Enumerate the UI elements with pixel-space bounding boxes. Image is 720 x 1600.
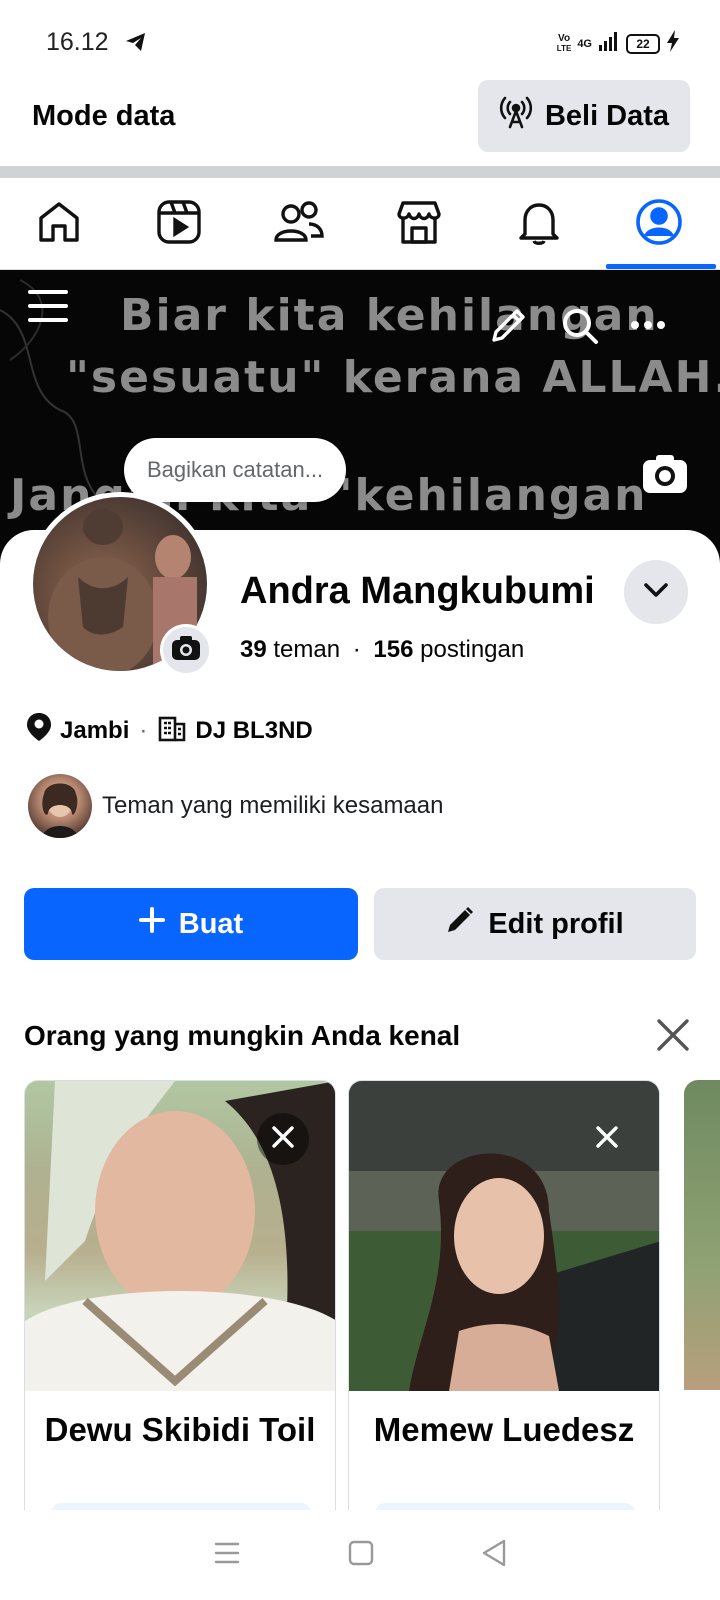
cover-text-line2: "sesuatu" kerana ALLAH... (66, 352, 720, 403)
menu-icon[interactable] (28, 286, 68, 331)
signal-icon (598, 31, 620, 56)
status-bar: 16.12 Vo LTE 4G 22 (0, 0, 720, 80)
workplace-text: DJ BL3ND (195, 716, 313, 744)
nav-friends[interactable] (244, 178, 354, 270)
buy-data-label: Beli Data (544, 99, 670, 132)
telegram-icon (124, 30, 148, 59)
profile-dropdown-button[interactable] (624, 560, 688, 624)
recent-apps-icon[interactable] (213, 1541, 241, 1570)
workplace-building-icon (157, 712, 187, 749)
posts-count[interactable]: 156 (373, 636, 413, 663)
volte-top: Vo (558, 32, 571, 44)
section-divider (0, 166, 720, 178)
location-pin-icon (26, 712, 52, 749)
mutual-avatar-shapes (42, 783, 78, 838)
plus-icon (138, 907, 165, 941)
create-button-label: Buat (178, 907, 244, 940)
status-indicators: Vo LTE 4G 22 (557, 30, 680, 57)
friends-label: teman (273, 636, 341, 663)
pymk-photo[interactable] (25, 1081, 335, 1391)
close-icon (595, 1125, 619, 1154)
nav-profile[interactable] (604, 178, 714, 270)
broadcast-icon (499, 95, 533, 137)
nav-marketplace[interactable] (364, 178, 474, 270)
chevron-down-icon (643, 582, 669, 603)
share-note-bubble[interactable]: Bagikan catatan... (124, 438, 346, 502)
profile-name: Andra Mangkubumi (240, 570, 595, 612)
location-text: Jambi (60, 716, 130, 744)
profile-icon (634, 197, 684, 252)
pymk-card-peek[interactable] (684, 1080, 720, 1390)
status-time: 16.12 (46, 28, 109, 56)
edit-profile-label: Edit profil (488, 907, 624, 940)
top-nav (0, 178, 720, 270)
marketplace-icon (395, 198, 443, 251)
nav-home[interactable] (4, 178, 114, 270)
home-icon (35, 198, 83, 251)
data-mode-title: Mode data (32, 100, 176, 132)
home-button-icon[interactable] (348, 1540, 374, 1571)
create-button[interactable]: Buat (24, 888, 358, 960)
video-icon (155, 198, 203, 251)
bell-icon (515, 198, 563, 251)
volte-bottom: LTE (556, 43, 572, 53)
network-type: 4G (577, 37, 592, 50)
nav-active-indicator (606, 264, 716, 269)
pymk-card[interactable]: Memew Luedesz (348, 1080, 660, 1530)
pencil-icon[interactable] (490, 306, 528, 349)
pymk-dismiss-icon[interactable] (656, 1018, 690, 1057)
avatar-camera-button[interactable] (160, 624, 212, 676)
pymk-person-name[interactable]: Dewu Skibidi Toil (25, 1411, 335, 1449)
profile-details: Jambi · DJ BL3ND (26, 712, 313, 749)
battery-icon: 22 (626, 33, 660, 54)
more-options-icon[interactable] (630, 318, 666, 336)
search-icon[interactable] (560, 306, 600, 351)
pymk-photo[interactable] (349, 1081, 659, 1391)
pencil-icon (446, 906, 474, 942)
system-nav-bar (0, 1510, 720, 1600)
edit-profile-button[interactable]: Edit profil (374, 888, 696, 960)
share-note-placeholder: Bagikan catatan... (146, 457, 324, 482)
posts-label: postingan (420, 636, 525, 663)
pymk-card-dismiss-button[interactable] (581, 1113, 633, 1165)
pymk-person-name[interactable]: Memew Luedesz (349, 1411, 659, 1449)
meta-separator: · (139, 716, 148, 744)
friends-count[interactable]: 39 (240, 636, 267, 663)
volte-indicator: Vo LTE (556, 32, 572, 54)
mutual-friend-avatar (28, 774, 92, 838)
mutual-friends-text: Teman yang memiliki kesamaan (102, 792, 444, 819)
data-mode-bar: Mode data Beli Data (0, 80, 720, 166)
nav-video[interactable] (124, 178, 234, 270)
battery-level: 22 (636, 36, 650, 51)
buy-data-button[interactable]: Beli Data (478, 80, 690, 152)
nav-notifications[interactable] (484, 178, 594, 270)
pymk-card-dismiss-button[interactable] (257, 1113, 309, 1165)
friends-icon (273, 198, 325, 251)
cover-camera-icon[interactable] (642, 454, 688, 499)
back-icon[interactable] (481, 1539, 507, 1572)
charging-icon (666, 30, 680, 57)
pymk-card[interactable]: Dewu Skibidi Toil (24, 1080, 336, 1530)
mutual-friends-row[interactable]: Teman yang memiliki kesamaan (28, 774, 443, 838)
pymk-title: Orang yang mungkin Anda kenal (24, 1020, 461, 1051)
camera-icon (171, 635, 201, 666)
stats-separator: · (352, 636, 361, 663)
profile-stats: 39 teman · 156 postingan (240, 636, 524, 664)
close-icon (271, 1125, 295, 1154)
